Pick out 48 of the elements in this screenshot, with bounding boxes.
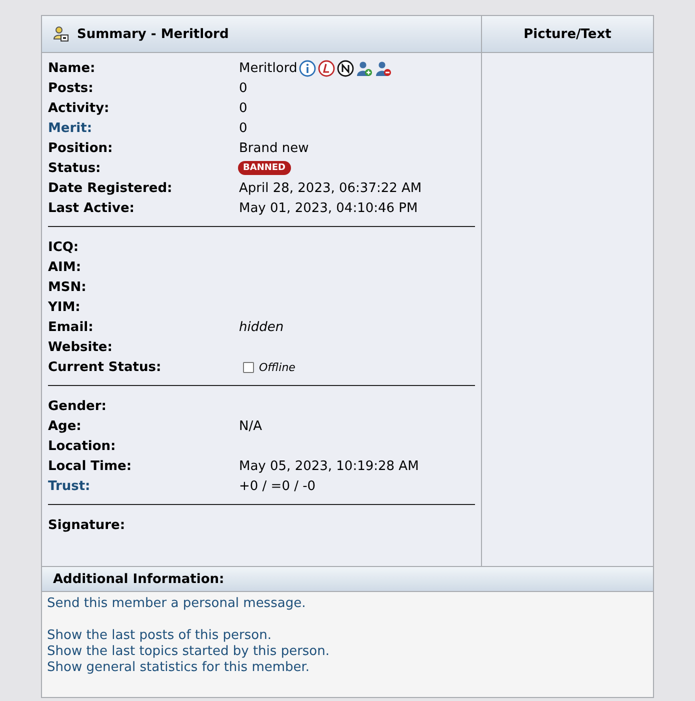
field-value: 0 bbox=[239, 100, 248, 116]
field-label: Location: bbox=[48, 438, 117, 454]
field-label: Gender: bbox=[48, 398, 108, 414]
field-label: Date Registered: bbox=[48, 180, 174, 196]
field-label: Local Time: bbox=[48, 458, 133, 474]
field-label: Current Status: bbox=[48, 360, 162, 374]
label-link[interactable]: Trust: bbox=[48, 478, 239, 494]
field-value: April 28, 2023, 06:37:22 AM bbox=[239, 180, 422, 196]
user-card-icon bbox=[53, 26, 69, 42]
field-label: Activity: bbox=[48, 100, 110, 116]
add-user-icon[interactable] bbox=[356, 60, 374, 76]
field-value: +0 / =0 / -0 bbox=[239, 478, 316, 494]
field-value: 0 bbox=[239, 120, 248, 136]
field-value: N/A bbox=[239, 418, 262, 434]
status-badge: BANNED bbox=[238, 161, 291, 175]
field-value: 0 bbox=[239, 80, 248, 96]
field-label: Name: bbox=[48, 60, 96, 76]
text-link[interactable]: Show general statistics for this member. bbox=[47, 660, 310, 676]
field-value: May 01, 2023, 04:10:46 PM bbox=[239, 200, 418, 216]
field-label: MSN: bbox=[48, 280, 88, 294]
field-label: Signature: bbox=[48, 518, 126, 532]
remove-user-icon[interactable] bbox=[375, 60, 392, 76]
section-title: Additional Information: bbox=[53, 572, 224, 586]
field-label: YIM: bbox=[48, 300, 82, 314]
field-label: Email: bbox=[48, 320, 94, 334]
field-label: Last Active: bbox=[48, 200, 136, 216]
field-value: Brand new bbox=[239, 140, 309, 156]
field-label: AIM: bbox=[48, 260, 82, 274]
picture-title: Picture/Text bbox=[524, 26, 612, 42]
field-label: Posts: bbox=[48, 80, 94, 96]
text-link[interactable]: Show the last topics started by this person. bbox=[47, 644, 330, 660]
field-label: Position: bbox=[48, 140, 114, 156]
letter-l-icon[interactable] bbox=[318, 60, 336, 76]
text-link[interactable]: Send this member a personal message. bbox=[47, 596, 306, 612]
letter-n-icon[interactable] bbox=[337, 60, 354, 76]
field-label: Website: bbox=[48, 340, 114, 354]
summary-title: Summary - Meritlord bbox=[77, 26, 229, 42]
field-label: Status: bbox=[48, 160, 102, 176]
field-value: May 05, 2023, 10:19:28 AM bbox=[239, 458, 419, 474]
info-icon[interactable] bbox=[299, 60, 316, 76]
field-label: ICQ: bbox=[48, 240, 80, 254]
label-link[interactable]: Merit: bbox=[48, 120, 239, 136]
member-name: Meritlord bbox=[239, 60, 298, 76]
field-value: hidden bbox=[239, 320, 284, 334]
online-status: Offline bbox=[259, 360, 296, 374]
field-label: Age: bbox=[48, 418, 82, 434]
status-checkbox-icon bbox=[243, 362, 254, 372]
text-link[interactable]: Show the last posts of this person. bbox=[47, 628, 272, 644]
